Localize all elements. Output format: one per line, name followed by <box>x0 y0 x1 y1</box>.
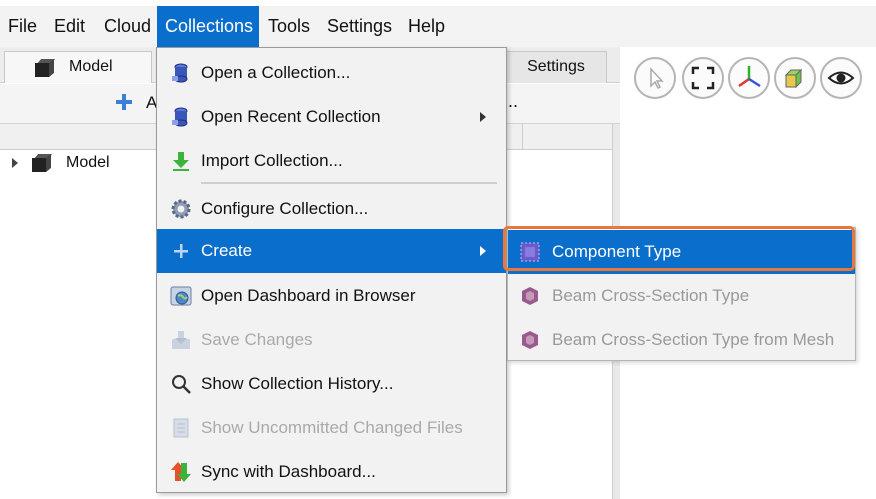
model-cube-icon <box>35 58 56 78</box>
menu-item-label: Show Uncommitted Changed Files <box>201 418 463 437</box>
menu-item-label: Show Collection History... <box>201 374 394 393</box>
collection-icon <box>172 63 188 83</box>
tree-item-label: Model <box>66 154 110 171</box>
collections-menu: Open a Collection... Open Recent Collect… <box>156 47 507 493</box>
menu-tools[interactable]: Tools <box>268 6 310 47</box>
select-cursor-icon <box>650 67 664 90</box>
menu-item-configure-collection[interactable]: Configure Collection... <box>157 187 506 231</box>
axes-button[interactable] <box>728 57 770 99</box>
submenu-item-beam-cross-section-mesh: Beam Cross-Section Type from Mesh <box>508 318 855 362</box>
box-view-button[interactable] <box>774 57 816 99</box>
menu-separator <box>201 182 497 184</box>
menu-settings[interactable]: Settings <box>327 6 392 47</box>
menu-item-label: Create <box>201 241 253 260</box>
submenu-arrow-icon <box>480 246 486 256</box>
gear-icon <box>171 199 191 219</box>
model-cube-icon <box>32 153 53 173</box>
submenu-arrow-icon <box>480 112 486 122</box>
beam-section-icon <box>522 287 538 305</box>
fit-view-button[interactable] <box>682 57 724 99</box>
menu-bar: File Edit Cloud Collections Tools Settin… <box>0 0 876 47</box>
globe-icon <box>170 286 192 306</box>
eye-icon <box>827 71 855 85</box>
menu-item-show-uncommitted: Show Uncommitted Changed Files <box>157 406 506 450</box>
menu-item-open-recent[interactable]: Open Recent Collection <box>157 95 506 139</box>
menu-cloud[interactable]: Cloud <box>104 6 151 47</box>
plus-icon <box>174 244 188 258</box>
menu-item-label: Open Recent Collection <box>201 107 381 126</box>
menu-item-label: Configure Collection... <box>201 199 369 218</box>
menu-item-label: Save Changes <box>201 330 313 349</box>
select-cursor-button[interactable] <box>634 57 676 99</box>
menu-item-open-dashboard[interactable]: Open Dashboard in Browser <box>157 274 506 318</box>
import-arrow-icon <box>173 152 189 171</box>
collection-icon <box>172 107 188 127</box>
menu-item-open-collection[interactable]: Open a Collection... <box>157 51 506 95</box>
menu-item-create[interactable]: Create <box>157 229 506 273</box>
menu-item-label: Open Dashboard in Browser <box>201 286 416 305</box>
tab-model-label: Model <box>69 58 113 75</box>
fit-view-icon <box>691 66 715 90</box>
submenu-item-beam-cross-section: Beam Cross-Section Type <box>508 274 855 318</box>
box-view-icon <box>784 68 803 89</box>
menu-help[interactable]: Help <box>408 6 445 47</box>
menu-item-import-collection[interactable]: Import Collection... <box>157 139 506 183</box>
menu-item-sync-dashboard[interactable]: Sync with Dashboard... <box>157 450 506 494</box>
expand-arrow-icon[interactable] <box>12 158 18 168</box>
tab-settings[interactable]: Settings <box>505 51 607 83</box>
menu-edit[interactable]: Edit <box>54 6 85 47</box>
add-plus-icon[interactable] <box>116 94 132 110</box>
visibility-button[interactable] <box>820 57 862 99</box>
menu-item-label: Sync with Dashboard... <box>201 462 376 481</box>
tab-model[interactable]: Model <box>4 51 152 83</box>
menu-collections[interactable]: Collections <box>157 6 259 47</box>
save-icon <box>172 331 190 349</box>
sync-arrows-icon <box>171 462 191 482</box>
menu-file[interactable]: File <box>8 6 37 47</box>
magnifier-icon <box>172 375 191 394</box>
document-icon <box>173 418 189 438</box>
highlight-callout-outline <box>503 226 855 271</box>
menu-item-label: Import Collection... <box>201 151 343 170</box>
beam-section-icon <box>522 331 538 349</box>
menu-item-show-history[interactable]: Show Collection History... <box>157 362 506 406</box>
submenu-item-label: Beam Cross-Section Type from Mesh <box>552 330 835 349</box>
axes-icon <box>738 66 761 88</box>
menu-item-save-changes: Save Changes <box>157 318 506 362</box>
menu-item-label: Open a Collection... <box>201 63 351 82</box>
submenu-item-label: Beam Cross-Section Type <box>552 286 750 305</box>
